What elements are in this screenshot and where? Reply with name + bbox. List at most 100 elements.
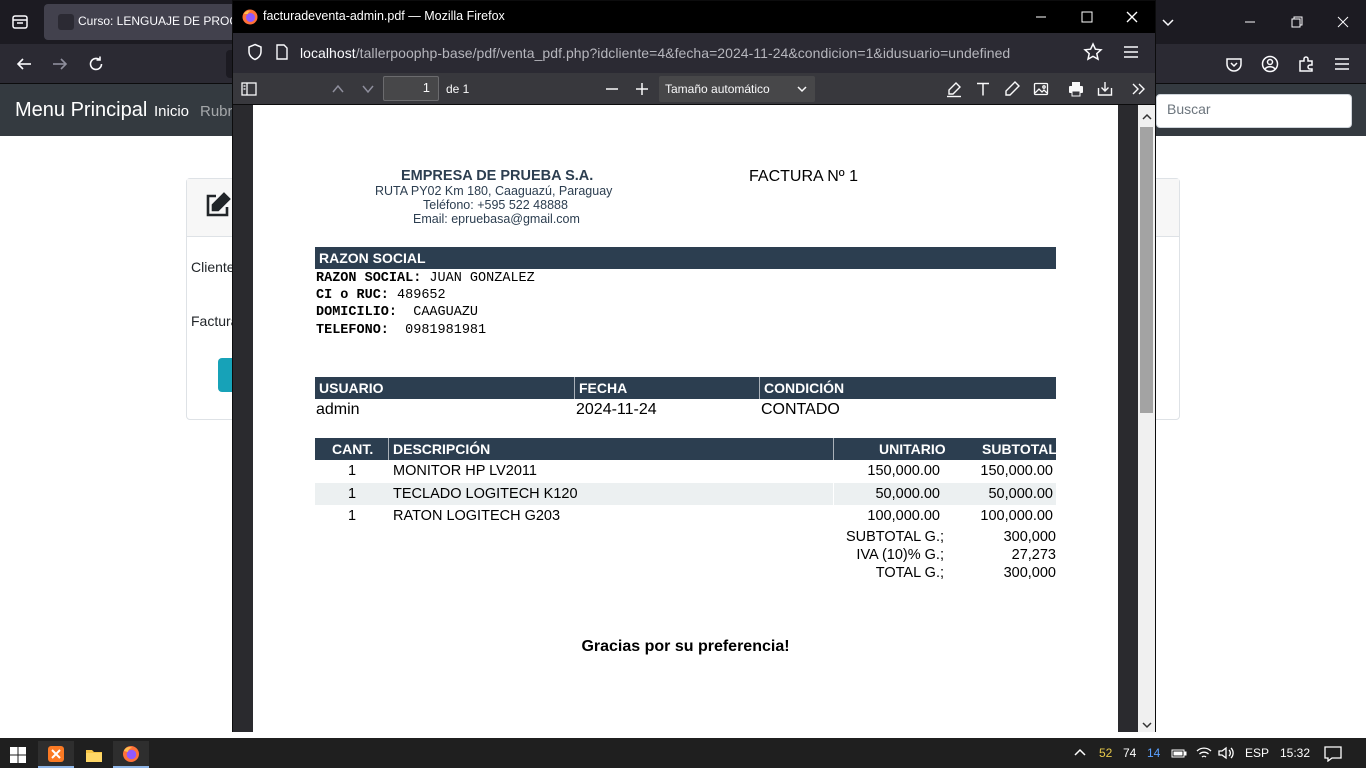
zoom-select-value: Tamaño automático bbox=[665, 82, 770, 96]
scrollbar-thumb[interactable] bbox=[1140, 127, 1153, 413]
band-divider bbox=[833, 438, 834, 460]
item-unit: 100,000.00 bbox=[867, 508, 940, 524]
page-number-input[interactable]: 1 bbox=[383, 76, 439, 101]
scroll-up-arrow-icon[interactable] bbox=[1142, 109, 1152, 120]
battery-icon[interactable] bbox=[1171, 746, 1187, 763]
pdf-minimize-icon[interactable] bbox=[1029, 5, 1053, 29]
invoice-title: FACTURA Nº 1 bbox=[749, 168, 858, 185]
edit-icon bbox=[204, 191, 232, 219]
item-description: TECLADO LOGITECH K120 bbox=[393, 486, 578, 502]
pdf-close-icon[interactable] bbox=[1120, 5, 1144, 29]
windows-start-icon[interactable] bbox=[0, 741, 36, 768]
input-language[interactable]: ESP bbox=[1245, 746, 1269, 760]
tray-temp-2: 74 bbox=[1123, 746, 1137, 760]
chevron-down-icon bbox=[796, 83, 808, 95]
previous-page-icon[interactable] bbox=[329, 80, 347, 98]
customer-header: RAZON SOCIAL bbox=[319, 250, 426, 266]
zoom-in-icon[interactable] bbox=[633, 80, 651, 98]
text-tool-icon[interactable] bbox=[974, 80, 992, 98]
zoom-select[interactable]: Tamaño automático bbox=[659, 76, 815, 102]
item-qty: 1 bbox=[348, 508, 357, 524]
item-unit: 150,000.00 bbox=[867, 463, 940, 479]
firefox-taskbar-icon[interactable] bbox=[113, 741, 149, 768]
app-menu-icon[interactable] bbox=[1332, 54, 1352, 74]
item-description: RATON LOGITECH G203 bbox=[393, 508, 561, 524]
iva-label: IVA (10)% G.; bbox=[856, 547, 944, 563]
nav-link-inicio[interactable]: Inicio bbox=[154, 103, 189, 120]
close-icon[interactable] bbox=[1331, 10, 1355, 34]
item-description: MONITOR HP LV2011 bbox=[393, 463, 537, 479]
pdf-viewer-toolbar: 1 de 1 Tamaño automático bbox=[233, 73, 1155, 105]
pocket-icon[interactable] bbox=[1224, 54, 1244, 74]
subtotal-value: 300,000 bbox=[1003, 529, 1056, 545]
tracking-shield-icon[interactable] bbox=[246, 43, 264, 61]
background-tab[interactable]: Curso: LENGUAJE DE PROGRA bbox=[44, 4, 255, 40]
notifications-icon[interactable] bbox=[1324, 746, 1342, 765]
customer-ruc-line: CI o RUC: 489652 bbox=[316, 288, 446, 303]
items-header-subtotal: SUBTOTAL bbox=[982, 441, 1057, 457]
tray-temp-3: 14 bbox=[1147, 746, 1161, 760]
navbar-brand[interactable]: Menu Principal bbox=[15, 99, 147, 122]
tab-overflow-chevron-icon[interactable] bbox=[1156, 10, 1180, 34]
more-tools-icon[interactable] bbox=[1130, 80, 1148, 98]
customer-razon-line: RAZON SOCIAL: JUAN GONZALEZ bbox=[316, 271, 535, 286]
search-input[interactable]: Buscar bbox=[1156, 94, 1352, 128]
razon-label: RAZON SOCIAL: bbox=[316, 271, 422, 286]
item-row: 1 MONITOR HP LV2011 150,000.00 150,000.0… bbox=[315, 460, 1056, 482]
tab-title: Curso: LENGUAJE DE PROGRA bbox=[78, 14, 256, 28]
pdf-app-menu-icon[interactable] bbox=[1121, 42, 1141, 62]
razon-value: JUAN GONZALEZ bbox=[421, 271, 535, 286]
subtotal-label: SUBTOTAL G.; bbox=[845, 529, 944, 545]
next-page-icon[interactable] bbox=[359, 80, 377, 98]
draw-icon[interactable] bbox=[1003, 80, 1021, 98]
account-icon[interactable] bbox=[1260, 54, 1280, 74]
zoom-out-icon[interactable] bbox=[603, 80, 621, 98]
wifi-icon[interactable] bbox=[1196, 746, 1212, 763]
item-row: 1 RATON LOGITECH G203 100,000.00 100,000… bbox=[315, 505, 1056, 527]
url-field[interactable]: localhost/tallerpoophp-base/pdf/venta_pd… bbox=[300, 45, 1010, 61]
tabs-list-icon[interactable] bbox=[10, 12, 30, 32]
meta-header-condicion: CONDICIÓN bbox=[764, 380, 845, 396]
total-label: TOTAL G.; bbox=[875, 565, 944, 581]
meta-header-usuario: USUARIO bbox=[319, 380, 384, 396]
pdf-viewport[interactable]: EMPRESA DE PRUEBA S.A. RUTA PY02 Km 180,… bbox=[233, 105, 1155, 732]
reload-icon[interactable] bbox=[86, 54, 106, 74]
file-explorer-icon[interactable] bbox=[76, 741, 112, 768]
url-host: localhost bbox=[300, 45, 356, 61]
pdf-maximize-icon[interactable] bbox=[1075, 5, 1099, 29]
volume-icon[interactable] bbox=[1218, 746, 1234, 763]
print-icon[interactable] bbox=[1067, 80, 1085, 98]
windows-taskbar: 52 74 14 ESP 15:32 bbox=[0, 738, 1366, 768]
extensions-icon[interactable] bbox=[1296, 54, 1316, 74]
scroll-down-arrow-icon[interactable] bbox=[1142, 717, 1152, 729]
meta-value-fecha: 2024-11-24 bbox=[576, 401, 657, 418]
iva-value: 27,273 bbox=[1011, 547, 1056, 563]
bookmark-star-icon[interactable] bbox=[1083, 42, 1103, 62]
highlight-icon[interactable] bbox=[945, 80, 963, 98]
company-address: RUTA PY02 Km 180, Caaguazú, Paraguay bbox=[375, 184, 613, 198]
forward-arrow-icon[interactable] bbox=[50, 54, 70, 74]
ruc-value: 489652 bbox=[388, 288, 446, 303]
sidebar-toggle-icon[interactable] bbox=[240, 80, 258, 98]
restore-icon[interactable] bbox=[1285, 10, 1309, 34]
domicilio-label: DOMICILIO: bbox=[316, 305, 398, 320]
tab-favicon-icon bbox=[58, 14, 74, 30]
meta-value-usuario: admin bbox=[316, 401, 360, 418]
items-header-band: CANT. DESCRIPCIÓN UNITARIO SUBTOTAL bbox=[315, 438, 1057, 460]
add-image-icon[interactable] bbox=[1032, 80, 1050, 98]
page-info-icon[interactable] bbox=[275, 44, 289, 60]
pdf-scrollbar[interactable] bbox=[1138, 105, 1155, 732]
window-title: facturadeventa-admin.pdf — Mozilla Firef… bbox=[263, 9, 505, 23]
minimize-icon[interactable] bbox=[1238, 10, 1262, 34]
xampp-app-icon[interactable] bbox=[38, 741, 74, 768]
meta-header-fecha: FECHA bbox=[579, 380, 628, 396]
item-subtotal: 100,000.00 bbox=[980, 508, 1053, 524]
clock-time[interactable]: 15:32 bbox=[1280, 746, 1310, 760]
tray-chevron-up-icon[interactable] bbox=[1073, 746, 1087, 763]
meta-value-condicion: CONTADO bbox=[761, 401, 840, 418]
customer-header-band: RAZON SOCIAL bbox=[315, 247, 1056, 269]
back-arrow-icon[interactable] bbox=[14, 54, 34, 74]
items-header-unit: UNITARIO bbox=[879, 441, 946, 457]
item-qty: 1 bbox=[348, 486, 357, 502]
save-download-icon[interactable] bbox=[1096, 80, 1114, 98]
